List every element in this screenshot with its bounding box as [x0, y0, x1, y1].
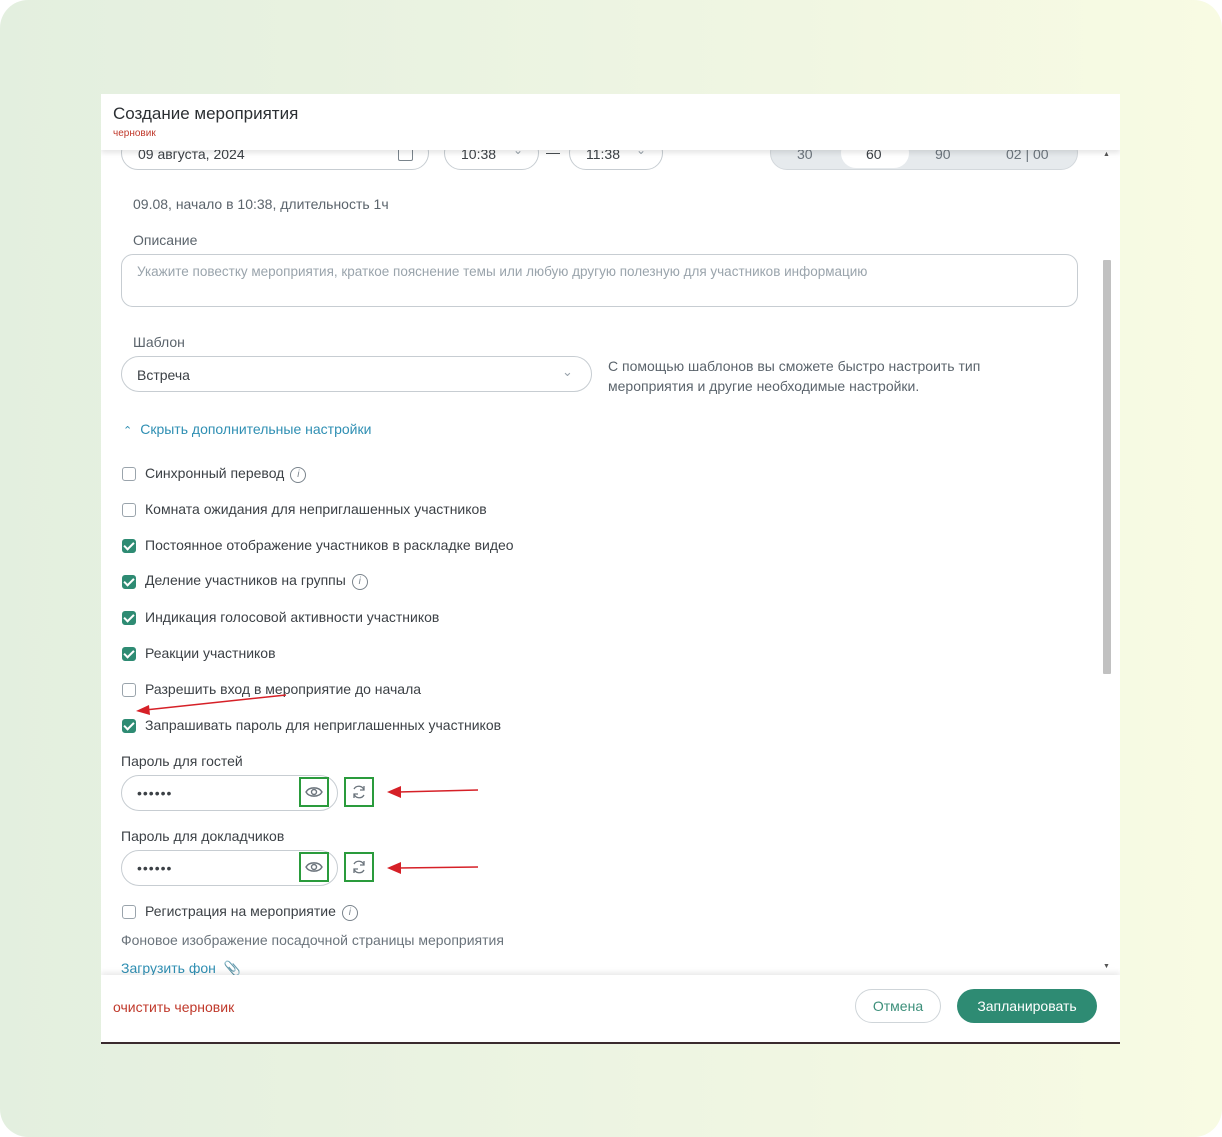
schedule-button[interactable]: Запланировать	[957, 989, 1097, 1023]
dialog-title: Создание мероприятия	[113, 104, 299, 123]
screenshot-frame: Создание мероприятия черновик 09 августа…	[0, 0, 1222, 1137]
annotation-arrow	[136, 694, 287, 715]
scroll-up-arrow[interactable]: ▲	[1103, 151, 1110, 158]
dialog-content: 09 августа, 2024 10:38 ⌄ — 11:38 ⌄ 30 60…	[101, 150, 1120, 1012]
scroll-down-arrow[interactable]: ▼	[1103, 963, 1110, 970]
scroll-thumb[interactable]	[1103, 260, 1111, 674]
dialog-header: Создание мероприятия черновик	[101, 94, 1120, 150]
dialog-footer: очистить черновик Отмена Запланировать	[101, 975, 1120, 1040]
annotation-arrows	[136, 694, 479, 874]
create-event-dialog: Создание мероприятия черновик 09 августа…	[101, 94, 1120, 1044]
clear-draft-link[interactable]: очистить черновик	[113, 999, 234, 1015]
annotation-arrow	[387, 862, 479, 874]
content-scrollbar[interactable]: ▲ ▼	[1102, 150, 1112, 975]
draft-label: черновик	[113, 128, 156, 139]
cancel-button[interactable]: Отмена	[855, 989, 941, 1023]
annotation-arrow	[387, 786, 479, 798]
